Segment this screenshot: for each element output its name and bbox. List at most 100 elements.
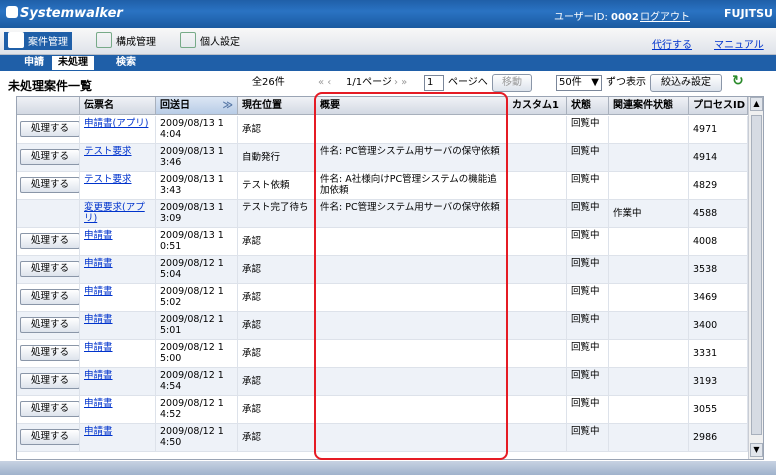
col-header-custom1[interactable]: カスタム1 xyxy=(508,97,567,115)
subtab-search[interactable]: 検索 xyxy=(110,56,142,70)
col-header-related-status[interactable]: 関連案件状態 xyxy=(609,97,689,115)
status-text: 回覧中 xyxy=(571,118,600,129)
slip-name-link[interactable]: 申請書 xyxy=(84,370,113,381)
cell-custom xyxy=(508,396,567,423)
slip-name-link[interactable]: 申請書(アプリ) xyxy=(84,118,148,129)
process-button[interactable]: 処理する xyxy=(20,345,79,361)
cell-custom xyxy=(508,200,567,227)
cell-date: 2009/08/13 1 3:43 xyxy=(156,172,238,199)
tab-label: 構成管理 xyxy=(116,37,156,48)
slip-name-link[interactable]: 変更要求(アプリ) xyxy=(84,202,145,224)
goto-page-label: ページへ xyxy=(448,77,488,88)
cell-btn: 処理する xyxy=(17,144,80,171)
cell-custom xyxy=(508,144,567,171)
move-button[interactable]: 移動 xyxy=(492,74,532,92)
tab-case-management[interactable]: 案件管理 xyxy=(4,32,72,50)
pos-text: 承認 xyxy=(242,236,262,247)
cell-name: テスト要求 xyxy=(80,144,156,171)
pos-text: テスト依頼 xyxy=(242,180,290,191)
cell-btn: 処理する xyxy=(17,228,80,255)
slip-name-link[interactable]: 申請書 xyxy=(84,258,113,269)
process-button[interactable]: 処理する xyxy=(20,121,79,137)
first-prev-icon[interactable]: « ‹ xyxy=(318,74,331,92)
tab-label: 個人設定 xyxy=(200,37,240,48)
status-text: 回覧中 xyxy=(571,370,600,381)
scroll-thumb[interactable] xyxy=(751,115,762,435)
process-button[interactable]: 処理する xyxy=(20,149,79,165)
cell-date: 2009/08/12 1 5:01 xyxy=(156,312,238,339)
cell-rel xyxy=(609,116,689,143)
config-icon xyxy=(96,32,112,48)
slip-name-link[interactable]: テスト要求 xyxy=(84,146,132,157)
cell-name: テスト要求 xyxy=(80,172,156,199)
cell-custom xyxy=(508,340,567,367)
process-button[interactable]: 処理する xyxy=(20,401,79,417)
cell-pid: 4008 xyxy=(689,228,748,255)
manual-link[interactable]: マニュアル xyxy=(714,36,764,51)
cell-rel xyxy=(609,424,689,451)
process-button[interactable]: 処理する xyxy=(20,233,79,249)
cell-pos: 承認 xyxy=(238,424,316,451)
cell-date: 2009/08/12 1 4:52 xyxy=(156,396,238,423)
cell-btn: 処理する xyxy=(17,340,80,367)
process-button[interactable]: 処理する xyxy=(20,429,79,445)
cell-rel xyxy=(609,172,689,199)
cell-status: 回覧中 xyxy=(567,424,609,451)
page-number-input[interactable]: 1 xyxy=(424,75,444,91)
slip-name-link[interactable]: 申請書 xyxy=(84,342,113,353)
process-button[interactable]: 処理する xyxy=(20,317,79,333)
pid-text: 2986 xyxy=(693,432,718,443)
slip-name-link[interactable]: 申請書 xyxy=(84,230,113,241)
cell-btn: 処理する xyxy=(17,396,80,423)
cell-pos: 承認 xyxy=(238,368,316,395)
pid-text: 3055 xyxy=(693,404,718,415)
tab-config-management[interactable]: 構成管理 xyxy=(92,32,160,50)
scroll-up-icon[interactable]: ▲ xyxy=(750,97,763,111)
scroll-down-icon[interactable]: ▼ xyxy=(750,443,763,457)
slip-name-link[interactable]: 申請書 xyxy=(84,314,113,325)
per-page-value: 50件 xyxy=(559,77,582,88)
col-header-current-position[interactable]: 現在位置 xyxy=(238,97,316,115)
pos-text: 自動発行 xyxy=(242,152,281,163)
tab-personal-settings[interactable]: 個人設定 xyxy=(176,32,244,50)
col-header-status[interactable]: 状態 xyxy=(567,97,609,115)
logo-icon xyxy=(6,6,18,18)
cell-name: 申請書 xyxy=(80,424,156,451)
cell-pid: 4829 xyxy=(689,172,748,199)
pos-text: 承認 xyxy=(242,264,262,275)
slip-name-link[interactable]: テスト要求 xyxy=(84,174,132,185)
forward-time: 3:09 xyxy=(160,213,182,224)
subtab-apply[interactable]: 申請 xyxy=(18,56,50,70)
next-last-icon[interactable]: › » xyxy=(394,74,407,92)
col-header-forward-date[interactable]: 回送日 ≫ xyxy=(156,97,238,115)
cell-status: 回覧中 xyxy=(567,284,609,311)
forward-date: 2009/08/12 1 xyxy=(160,342,224,353)
per-page-suffix: ずつ表示 xyxy=(606,77,646,88)
proxy-link[interactable]: 代行する xyxy=(652,36,692,51)
refresh-icon[interactable]: ↻ xyxy=(732,74,746,88)
slip-name-link[interactable]: 申請書 xyxy=(84,286,113,297)
subtab-pending[interactable]: 未処理 xyxy=(52,56,94,70)
filter-settings-button[interactable]: 絞込み設定 xyxy=(650,74,722,92)
logout-link[interactable]: ログアウト xyxy=(640,8,690,23)
slip-name-link[interactable]: 申請書 xyxy=(84,426,113,437)
process-button[interactable]: 処理する xyxy=(20,289,79,305)
top-bar: Systemwalker ユーザーID: 0002 ログアウト FUJITSU xyxy=(0,0,776,28)
vertical-scrollbar[interactable]: ▲ ▼ xyxy=(748,97,763,459)
forward-time: 3:46 xyxy=(160,157,182,168)
cell-custom xyxy=(508,256,567,283)
cell-pos: 自動発行 xyxy=(238,144,316,171)
col-header-process-id[interactable]: プロセスID xyxy=(689,97,748,115)
pos-text: 承認 xyxy=(242,404,262,415)
cell-date: 2009/08/13 1 3:09 xyxy=(156,200,238,227)
per-page-select[interactable]: 50件 ▼ xyxy=(556,75,602,91)
cell-pos: 承認 xyxy=(238,116,316,143)
col-header-slip-name[interactable]: 伝票名 xyxy=(80,97,156,115)
forward-time: 0:51 xyxy=(160,241,182,252)
process-button[interactable]: 処理する xyxy=(20,261,79,277)
forward-date: 2009/08/12 1 xyxy=(160,398,224,409)
forward-time: 5:01 xyxy=(160,325,182,336)
process-button[interactable]: 処理する xyxy=(20,373,79,389)
process-button[interactable]: 処理する xyxy=(20,177,79,193)
slip-name-link[interactable]: 申請書 xyxy=(84,398,113,409)
